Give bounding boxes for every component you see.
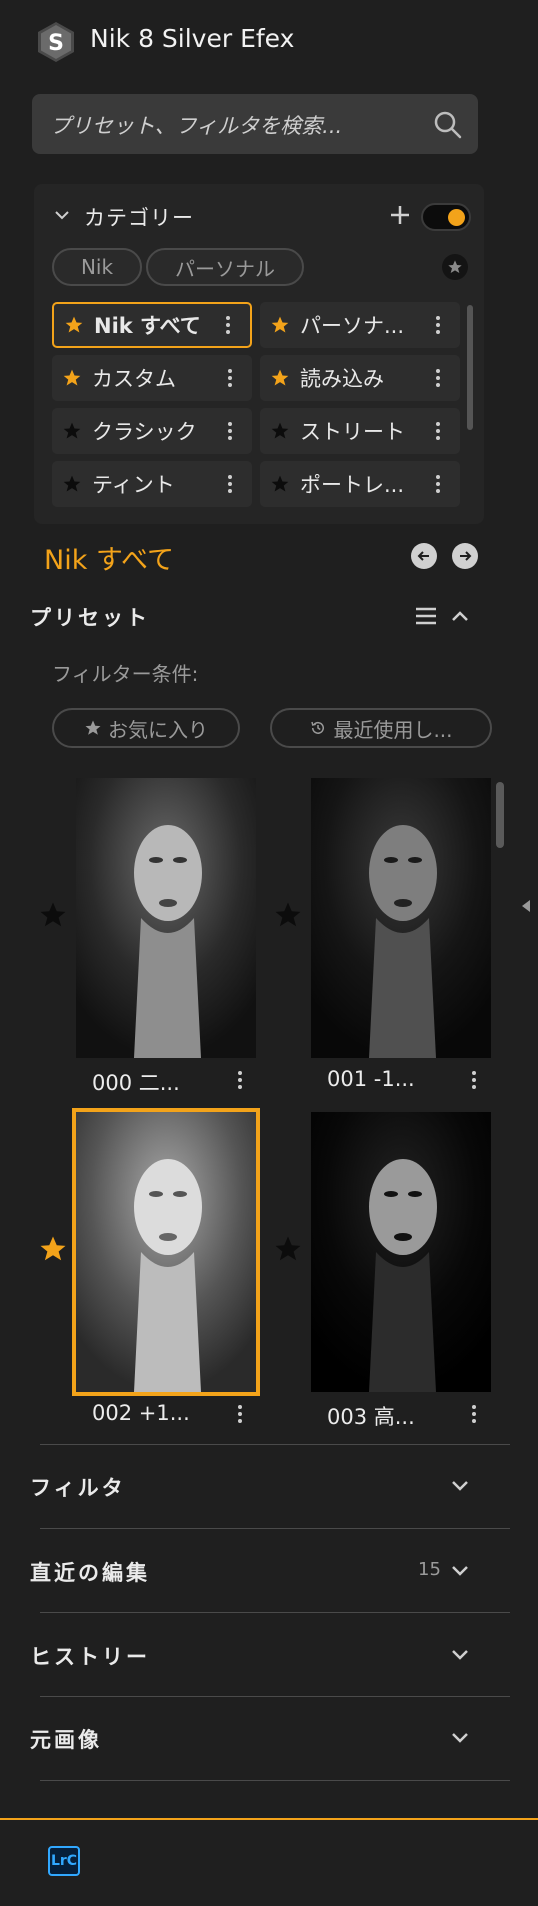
chevron-up-icon[interactable] — [449, 605, 471, 627]
preset-thumbnail[interactable] — [311, 1112, 491, 1392]
svg-text:S: S — [48, 31, 64, 56]
divider — [40, 1612, 510, 1613]
divider — [40, 1444, 510, 1445]
filter-label: フィルター条件: — [52, 662, 199, 686]
collapse-panel-icon[interactable] — [520, 898, 532, 914]
more-icon[interactable] — [228, 1402, 252, 1426]
divider — [40, 1780, 510, 1781]
current-category-title: Nik すべて — [44, 545, 174, 576]
category-label: カスタム — [92, 367, 176, 391]
more-icon[interactable] — [228, 1068, 252, 1092]
add-category-icon[interactable] — [388, 203, 412, 227]
category-item-personal[interactable]: パーソナ... — [260, 302, 460, 348]
chip-label: お気に入り — [108, 717, 208, 742]
star-icon — [85, 720, 101, 735]
chevron-down-icon[interactable] — [448, 1474, 472, 1498]
more-icon[interactable] — [218, 366, 242, 390]
chevron-down-icon[interactable] — [52, 205, 72, 225]
category-label: クラシック — [92, 420, 197, 444]
category-title: カテゴリー — [84, 206, 194, 230]
star-icon[interactable] — [270, 368, 290, 388]
category-item-street[interactable]: ストリート — [260, 408, 460, 454]
presets-title: プリセット — [30, 606, 150, 630]
preset-label: 003 高... — [327, 1405, 415, 1429]
recent-edits-count: 15 — [418, 1559, 441, 1580]
preset-label: 001 -1... — [327, 1067, 415, 1091]
preset-thumbnail[interactable] — [311, 778, 491, 1058]
category-item-imported[interactable]: 読み込み — [260, 355, 460, 401]
category-label: ポートレ... — [300, 473, 405, 497]
divider — [40, 1528, 510, 1529]
pill-personal[interactable]: パーソナル — [146, 248, 304, 286]
preset-label: 002 +1... — [92, 1401, 190, 1425]
category-item-tint[interactable]: ティント — [52, 461, 252, 507]
star-icon[interactable] — [64, 315, 84, 335]
next-category-button[interactable] — [452, 543, 478, 569]
category-label: 読み込み — [300, 367, 384, 391]
chevron-down-icon[interactable] — [448, 1643, 472, 1667]
preset-thumbnail-selected[interactable] — [72, 1108, 260, 1396]
preset-thumbnail[interactable] — [76, 778, 256, 1058]
more-icon[interactable] — [218, 472, 242, 496]
section-filter-title[interactable]: フィルタ — [30, 1472, 126, 1502]
category-label: Nik すべて — [94, 314, 201, 338]
star-icon[interactable] — [270, 421, 290, 441]
section-history-title[interactable]: ヒストリー — [30, 1641, 150, 1671]
divider — [40, 1696, 510, 1697]
star-icon[interactable] — [62, 474, 82, 494]
star-icon[interactable] — [62, 421, 82, 441]
chevron-down-icon[interactable] — [448, 1726, 472, 1750]
list-view-icon[interactable] — [413, 603, 439, 629]
more-icon[interactable] — [426, 313, 450, 337]
more-icon[interactable] — [426, 419, 450, 443]
category-scrollbar[interactable] — [467, 305, 473, 430]
app-logo: S — [34, 20, 78, 64]
preset-label: 000 二... — [92, 1071, 180, 1095]
star-icon[interactable] — [270, 315, 290, 335]
search-icon[interactable] — [432, 109, 464, 141]
arrow-left-icon — [417, 551, 429, 561]
more-icon[interactable] — [462, 1402, 486, 1426]
preset-star-icon[interactable] — [273, 1234, 303, 1264]
chip-label: 最近使用し... — [333, 717, 453, 742]
category-item-custom[interactable]: カスタム — [52, 355, 252, 401]
more-icon[interactable] — [218, 419, 242, 443]
category-toggle[interactable] — [421, 203, 471, 231]
footer-accent-line — [0, 1818, 538, 1820]
preset-star-icon[interactable] — [38, 1234, 68, 1264]
more-icon[interactable] — [426, 366, 450, 390]
section-recent-edits-title[interactable]: 直近の編集 — [30, 1557, 150, 1587]
chevron-down-icon[interactable] — [448, 1559, 472, 1583]
presets-scrollbar[interactable] — [496, 782, 504, 848]
preset-star-icon[interactable] — [38, 900, 68, 930]
recent-filter-chip[interactable]: 最近使用し... — [270, 708, 492, 748]
category-label: ティント — [92, 473, 175, 497]
app-title: Nik 8 Silver Efex — [90, 24, 295, 53]
category-label: パーソナ... — [300, 314, 405, 338]
more-icon[interactable] — [216, 313, 240, 337]
category-label: ストリート — [300, 420, 405, 444]
lightroom-classic-icon[interactable]: LrC — [48, 1846, 80, 1876]
category-item-nik-all[interactable]: Nik すべて — [52, 302, 252, 348]
arrow-right-icon — [460, 551, 472, 561]
preset-star-icon[interactable] — [273, 900, 303, 930]
more-icon[interactable] — [462, 1068, 486, 1092]
search-input[interactable]: プリセット、フィルタを検索... — [50, 110, 342, 140]
section-original-title[interactable]: 元画像 — [30, 1724, 102, 1754]
pill-nik[interactable]: Nik — [52, 248, 142, 286]
category-item-portrait[interactable]: ポートレ... — [260, 461, 460, 507]
star-icon[interactable] — [62, 368, 82, 388]
favorite-filter-icon[interactable] — [442, 254, 468, 280]
category-item-classic[interactable]: クラシック — [52, 408, 252, 454]
star-icon[interactable] — [270, 474, 290, 494]
favorites-filter-chip[interactable]: お気に入り — [52, 708, 240, 748]
history-icon — [311, 721, 325, 734]
prev-category-button[interactable] — [411, 543, 437, 569]
more-icon[interactable] — [426, 472, 450, 496]
